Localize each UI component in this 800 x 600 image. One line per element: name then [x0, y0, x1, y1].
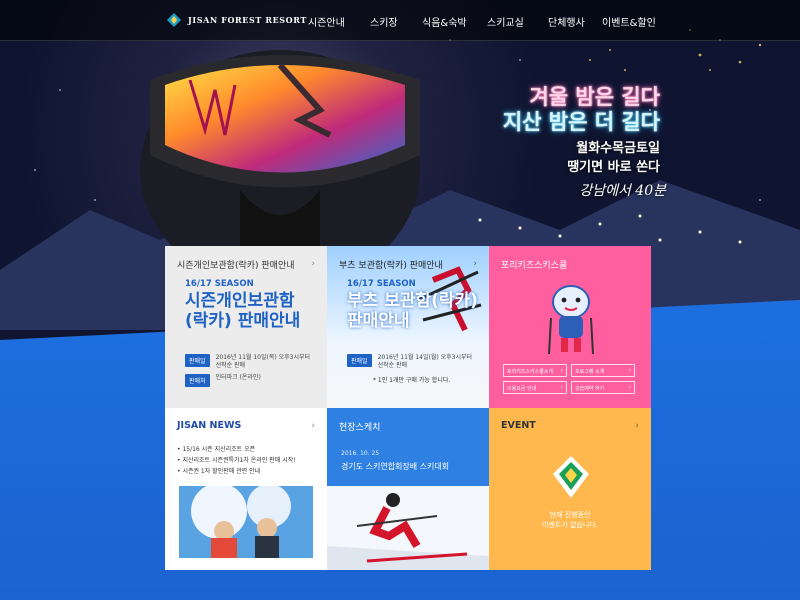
kids-btn-label: 이용요금 안내 — [507, 386, 537, 392]
nav-item-ski-slope[interactable]: 스키장 — [370, 14, 398, 29]
chevron-right-icon: › — [635, 421, 639, 431]
chevron-right-icon: › — [311, 259, 315, 269]
logo-text: JISAN FOREST RESORT — [188, 15, 307, 25]
hero-headline: 겨울 밤은 길다 지산 밤은 더 길다 월화수목금토일 땡기면 바로 쏜다 강남… — [502, 84, 666, 200]
kids-btn-label: 강습예약 하기 — [575, 386, 605, 392]
news-title: JISAN NEWS — [177, 420, 242, 431]
event-card[interactable]: EVENT › 현재 진행중인 이벤트가 없습니다. — [489, 408, 651, 570]
sale-place-value: 인터파크 (온라인) — [215, 374, 261, 381]
sketch-date: 2016. 10. 25 — [341, 450, 380, 457]
season-locker-title: 시즌개인보관함(락카) 판매안내 — [177, 261, 295, 271]
lesson-reservation-button[interactable]: 강습예약 하기 › — [571, 381, 635, 394]
headline-days: 월화수목금토일 — [576, 141, 660, 156]
purchase-limit-note: * 1인 1개만 구매 가능 합니다. — [373, 377, 451, 384]
headline-line-1: 겨울 밤은 길다 — [529, 85, 660, 109]
chevron-right-icon[interactable]: › — [311, 421, 315, 431]
sale-date-label: 판매일 — [185, 354, 210, 367]
resort-leaf-icon — [553, 456, 589, 498]
news-item[interactable]: • 지산리조트 시즌권특가1차 온라인 판매 시작! — [177, 455, 296, 466]
headline-distance: 강남에서 40분 — [579, 183, 666, 199]
program-intro-button[interactable]: 프로그램 소개 › — [571, 364, 635, 377]
sketch-caption: 경기도 스키연합회장배 스키대회 — [341, 462, 450, 471]
nav-item-ski-school[interactable]: 스키교실 — [487, 14, 524, 29]
headline-line-2: 지산 밤은 더 길다 — [502, 110, 660, 134]
mascot-character — [548, 285, 594, 355]
pricing-info-button[interactable]: 이용요금 안내 › — [503, 381, 567, 394]
no-event-message: 현재 진행중인 이벤트가 없습니다. — [489, 510, 651, 530]
boots-locker-headline-1: 부츠 보관함(락카) — [347, 291, 478, 311]
no-event-line-1: 현재 진행중인 — [549, 511, 591, 519]
season-label: 16/17 SEASON — [347, 279, 416, 289]
season-label: 16/17 SEASON — [185, 279, 254, 289]
headline-tagline: 땡기면 바로 쏜다 — [567, 160, 660, 175]
top-nav-bar: JISAN FOREST RESORT 시즌안내 스키장 식음&숙박 스키교실 … — [0, 0, 800, 41]
season-locker-headline: 시즌개인보관함 (락카) 판매안내 — [185, 291, 300, 331]
skier-goggle-graphic — [140, 50, 420, 280]
nav-item-group-events[interactable]: 단체행사 — [548, 14, 585, 29]
kids-ski-school-card[interactable]: 포리키즈스키스쿨 포리키즈스키스쿨소개 › 프로그램 소개 › 이용요금 안내 … — [489, 246, 651, 408]
jisan-news-card: JISAN NEWS › • 15/16 시즌 지산리조트 오픈 • 지산리조트… — [165, 408, 327, 570]
kids-school-title: 포리키즈스키스쿨 — [501, 261, 568, 271]
chevron-right-icon: › — [560, 367, 563, 374]
nav-item-season-info[interactable]: 시즌안내 — [308, 14, 345, 29]
chevron-right-icon: › — [560, 384, 563, 391]
sale-date-value: 2016년 11월 10일(목) 오후3시부터 선착순 판매 — [215, 354, 311, 369]
kids-btn-label: 포리키즈스키스쿨소개 — [507, 369, 554, 375]
sale-date-row: 판매일 2016년 11월 10일(목) 오후3시부터 선착순 판매 — [185, 354, 310, 370]
season-locker-headline-2: (락카) 판매안내 — [185, 311, 301, 331]
season-locker-headline-1: 시즌개인보관함 — [185, 291, 295, 311]
resort-logo[interactable]: JISAN FOREST RESORT — [166, 12, 307, 28]
sale-place-row: 판매처 인터파크 (온라인) — [185, 374, 261, 387]
boots-sale-date-value: 2016년 11월 14일(월) 오후3시부터 선착순 판매 — [377, 354, 473, 369]
no-event-line-2: 이벤트가 없습니다. — [542, 521, 598, 529]
snow-couple-photo[interactable] — [179, 486, 313, 558]
nav-item-dining-lodging[interactable]: 식음&숙박 — [422, 14, 467, 29]
kids-school-intro-button[interactable]: 포리키즈스키스쿨소개 › — [503, 364, 567, 377]
boots-sale-date-row: 판매일 2016년 11월 14일(월) 오후3시부터 선착순 판매 — [347, 354, 472, 370]
chevron-right-icon: › — [628, 384, 631, 391]
kids-btn-label: 프로그램 소개 — [575, 369, 605, 375]
field-sketch-card[interactable]: 현장스케치 2016. 10. 25 경기도 스키연합회장배 스키대회 — [327, 408, 489, 570]
nav-item-events-discounts[interactable]: 이벤트&할인 — [602, 14, 656, 29]
boots-locker-headline: 부츠 보관함(락카) 판매안내 — [347, 291, 478, 331]
season-locker-card[interactable]: 시즌개인보관함(락카) 판매안내 › 16/17 SEASON 시즌개인보관함 … — [165, 246, 327, 408]
sketch-title: 현장스케치 — [339, 423, 381, 433]
content-grid: 시즌개인보관함(락카) 판매안내 › 16/17 SEASON 시즌개인보관함 … — [165, 246, 653, 571]
resort-logo-icon — [167, 13, 181, 27]
boots-locker-headline-2: 판매안내 — [347, 311, 410, 331]
sale-place-label: 판매처 — [185, 374, 210, 387]
news-list: • 15/16 시즌 지산리조트 오픈 • 지산리조트 시즌권특가1차 온라인 … — [177, 444, 296, 477]
boots-sale-date-label: 판매일 — [347, 354, 372, 367]
ski-race-photo[interactable] — [327, 486, 489, 570]
news-item[interactable]: • 시즌권 1차 할인판매 관련 안내 — [177, 466, 296, 477]
event-title: EVENT — [501, 420, 536, 431]
news-item[interactable]: • 15/16 시즌 지산리조트 오픈 — [177, 444, 296, 455]
chevron-right-icon: › — [628, 367, 631, 374]
boots-locker-card[interactable]: 부츠 보관함(락카) 판매안내 › 16/17 SEASON 부츠 보관함(락카… — [327, 246, 489, 408]
